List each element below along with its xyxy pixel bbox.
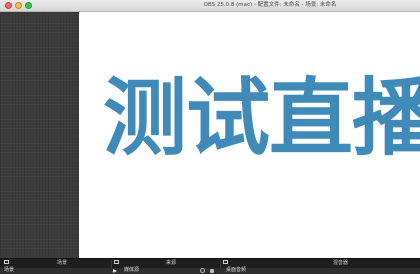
visibility-eye-icon[interactable] xyxy=(200,268,205,273)
sources-dock-icon[interactable] xyxy=(114,260,119,264)
media-source-icon xyxy=(113,269,117,273)
mixer-channel-label: 桌面音频 xyxy=(226,267,247,273)
preview-canvas[interactable]: 测试直播 xyxy=(79,12,420,258)
sources-dock-title: 来源 xyxy=(166,260,177,266)
dock-header-bar: 场景 来源 混音器 xyxy=(0,258,420,268)
scenes-dock-title: 场景 xyxy=(57,260,68,266)
mixer-dock-title: 混音器 xyxy=(333,260,349,266)
preview-text: 测试直播 xyxy=(103,69,420,167)
scenes-dock-icon[interactable] xyxy=(4,260,9,264)
dock-divider xyxy=(111,260,112,268)
source-list-item[interactable]: 媒体源 xyxy=(124,267,139,274)
lock-icon[interactable] xyxy=(210,269,214,273)
scene-list-item[interactable]: 场景 xyxy=(4,267,14,274)
mixer-dock-icon[interactable] xyxy=(223,260,228,264)
obs-window: OBS 25.0.8 (mac) - 配置文件: 未命名 - 场景: 未命名 测… xyxy=(0,0,420,274)
dock-divider xyxy=(220,260,221,268)
window-title: OBS 25.0.8 (mac) - 配置文件: 未命名 - 场景: 未命名 xyxy=(203,2,337,8)
title-bar: OBS 25.0.8 (mac) - 配置文件: 未命名 - 场景: 未命名 xyxy=(0,0,420,12)
